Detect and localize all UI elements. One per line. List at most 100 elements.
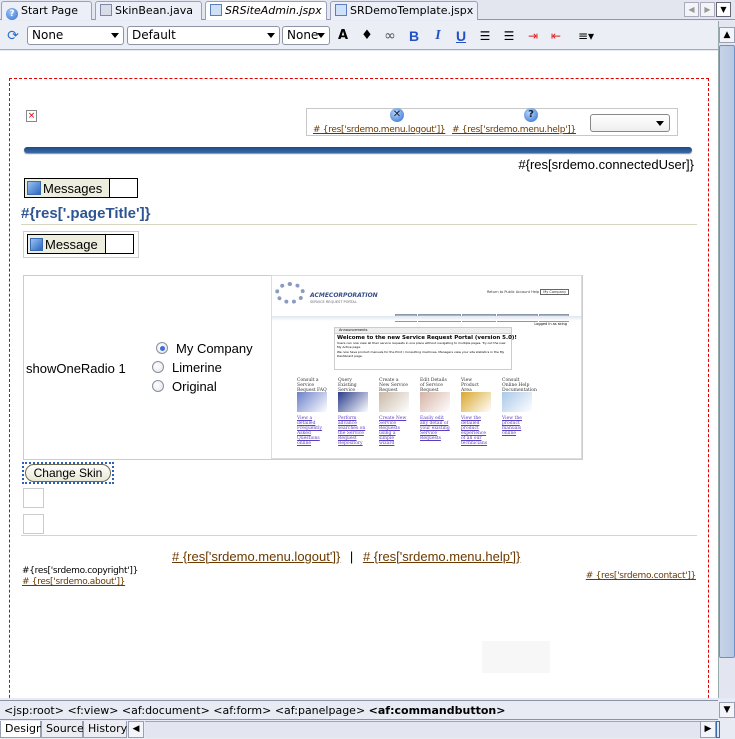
messages-icon [27, 181, 41, 195]
logout-icon[interactable]: ✕ [390, 108, 404, 122]
radio-option-my-company[interactable]: My Company [156, 341, 253, 356]
global-select[interactable] [590, 114, 670, 132]
java-file-icon [100, 4, 112, 16]
preview-column-head: Consult Online Help Documentation [502, 378, 537, 393]
design-canvas: × ✕ ? # {res['srdemo.menu.logout']} # {r… [0, 51, 718, 698]
indent-icon[interactable]: ⇥ [524, 27, 542, 45]
tab-srsiteadmin-jspx[interactable]: SRSiteAdmin.jspx [205, 1, 327, 20]
footer-divider [21, 535, 697, 536]
refresh-icon[interactable]: ⟳ [4, 27, 22, 45]
footer-links: # {res['srdemo.menu.logout']} | # {res['… [172, 549, 520, 564]
tab-skinbean-java[interactable]: SkinBean.java [95, 1, 202, 20]
horizontal-scrollbar-thumb[interactable] [716, 721, 720, 738]
radio-option-limerine[interactable]: Limerine [152, 360, 222, 375]
page-title: #{res['.pageTitle']} [21, 205, 151, 222]
tab-design[interactable]: Design [0, 721, 43, 738]
radio-label: My Company [176, 341, 253, 356]
message-label: Message [45, 236, 98, 252]
about-link[interactable]: # {res['srdemo.about']} [22, 577, 125, 587]
preview-logo-sub: SERVICE REQUEST PORTAL [310, 300, 357, 304]
tab-label: SkinBean.java [115, 4, 193, 17]
ordered-list-icon[interactable]: ☰ [476, 27, 494, 45]
scroll-tabs-left-icon[interactable]: ◀ [684, 2, 699, 17]
tab-label: Start Page [21, 4, 78, 17]
preview-thumbnail [379, 392, 409, 412]
radio-option-original[interactable]: Original [152, 379, 217, 394]
tab-start-page[interactable]: ? Start Page [1, 1, 92, 20]
help-link[interactable]: # {res['srdemo.menu.help']} [452, 125, 576, 135]
footer-logout-link[interactable]: # {res['srdemo.menu.logout']} [172, 549, 340, 564]
size-select[interactable]: None [282, 26, 330, 45]
vertical-scrollbar-thumb[interactable] [719, 45, 735, 658]
bold-icon[interactable]: B [405, 27, 423, 45]
align-dropdown-icon[interactable]: ≡▾ [573, 27, 599, 45]
breadcrumb-current[interactable]: <af:commandbutton> [369, 704, 506, 717]
footer-help-link[interactable]: # {res['srdemo.menu.help']} [363, 549, 520, 564]
breadcrumb-item[interactable]: <jsp:root> [4, 704, 64, 717]
hscroll-right-icon[interactable]: ▶ [700, 721, 716, 738]
fill-color-icon[interactable]: ♦ [358, 27, 376, 45]
messages-cell [109, 179, 137, 197]
scroll-down-icon[interactable]: ▼ [719, 702, 735, 718]
messages-label: Messages [43, 180, 103, 196]
radio-icon[interactable] [152, 380, 164, 392]
chevron-down-icon [111, 33, 119, 38]
underline-icon[interactable]: U [452, 27, 470, 45]
contact-link[interactable]: # {res['srdemo.contact']} [586, 571, 697, 581]
skin-preview-image: ACMECORPORATION SERVICE REQUEST PORTAL R… [271, 275, 582, 459]
editor-mode-tabs: Design Source History ◀ ▶ [0, 721, 735, 739]
style-select[interactable]: None [27, 26, 124, 45]
breadcrumb-item[interactable]: <af:document> [122, 704, 210, 717]
tab-srdemotemplate-jspx[interactable]: SRDemoTemplate.jspx [330, 1, 478, 20]
preview-column: Query Existing Service Requests Perform a… [338, 378, 368, 446]
preview-columns: Consult a Service Request FAQ View a deta… [297, 378, 537, 446]
italic-icon[interactable]: I [429, 27, 447, 45]
style-select-value: None [32, 28, 64, 42]
copyright-text: #{res['srdemo.copyright']} [22, 566, 138, 576]
logout-link[interactable]: # {res['srdemo.menu.logout']} [313, 125, 446, 135]
messages-component[interactable]: Messages [24, 178, 138, 198]
tab-list-dropdown-icon[interactable]: ▼ [716, 2, 731, 17]
message-component[interactable]: Message [27, 234, 134, 254]
tab-source[interactable]: Source [41, 721, 84, 738]
preview-column-link: Create New Service Requests using a simp… [379, 416, 407, 446]
preview-thumbnail [297, 392, 327, 412]
empty-cell [23, 514, 44, 534]
title-divider [21, 224, 697, 225]
breadcrumb-item[interactable]: <f:view> [67, 704, 118, 717]
preview-nav-band [272, 316, 581, 321]
preview-thumbnail [420, 392, 450, 412]
radio-selected-icon[interactable] [156, 342, 168, 354]
radio-icon[interactable] [152, 361, 164, 373]
link-icon[interactable]: ∞ [381, 27, 399, 45]
font-select[interactable]: Default [127, 26, 280, 45]
unordered-list-icon[interactable]: ☰ [500, 27, 518, 45]
message-cell [105, 235, 133, 253]
preview-welcome-text2: We now have product manuals for the Prin… [337, 350, 505, 358]
preview-column-link: View the product manuals online [502, 416, 522, 436]
preview-column-head: Query Existing Service Requests [338, 378, 359, 398]
scroll-up-icon[interactable]: ▲ [719, 27, 735, 43]
component-breadcrumb: <jsp:root> <f:view> <af:document> <af:fo… [0, 700, 718, 720]
text-color-icon[interactable]: A [334, 27, 352, 45]
scroll-tabs-right-icon[interactable]: ▶ [700, 2, 715, 17]
preview-column-head: Consult a Service Request FAQ [297, 378, 327, 393]
faint-placeholder [482, 641, 550, 673]
breadcrumb-item[interactable]: <af:panelpage> [275, 704, 365, 717]
breadcrumb-item[interactable]: <af:form> [213, 704, 271, 717]
change-skin-button[interactable]: Change Skin [25, 464, 111, 482]
outdent-icon[interactable]: ⇤ [547, 27, 565, 45]
formatting-toolbar: ⟳ None Default None A ♦ ∞ B I U ☰ ☰ ⇥ ⇤ … [0, 21, 719, 50]
preview-column-link: Perform advance searches on the Service … [338, 416, 366, 446]
tab-label: SRDemoTemplate.jspx [350, 4, 474, 17]
jspx-file-icon [210, 4, 222, 16]
tab-history[interactable]: History [83, 721, 127, 738]
preview-top-links: Return to Public Account Help My Company [487, 289, 570, 295]
preview-column: View Product Area Expertise View the deta… [461, 378, 491, 446]
preview-column: Create a New Service Request Create New S… [379, 378, 409, 446]
hscroll-left-icon[interactable]: ◀ [128, 721, 144, 738]
horizontal-scrollbar[interactable] [145, 721, 700, 738]
help-icon[interactable]: ? [524, 108, 538, 122]
preview-column: Consult Online Help Documentation View th… [502, 378, 537, 446]
chevron-down-icon [656, 121, 664, 126]
